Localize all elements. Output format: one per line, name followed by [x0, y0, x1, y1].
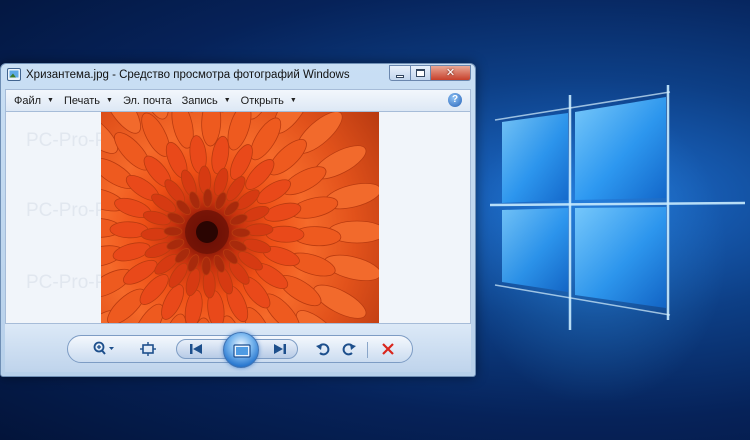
menu-email-label: Эл. почта	[122, 94, 172, 107]
next-icon	[274, 344, 286, 354]
rotate-counterclockwise-button[interactable]	[313, 340, 333, 358]
controls-panel	[67, 332, 413, 368]
flower-petal	[231, 227, 251, 238]
delete-icon	[382, 343, 394, 355]
menu-print-label: Печать	[63, 94, 101, 107]
menu-file[interactable]: Файл ▼	[14, 95, 54, 107]
title-bar[interactable]: Хризантема.jpg - Средство просмотра фото…	[1, 64, 475, 86]
actual-size-button[interactable]	[138, 340, 158, 358]
minimize-icon	[396, 74, 404, 78]
photo-viewer-app-icon	[7, 68, 21, 81]
fit-window-icon	[140, 342, 156, 356]
control-bar	[5, 324, 471, 372]
previous-icon	[190, 344, 202, 354]
chevron-down-icon: ▼	[47, 97, 54, 104]
slideshow-icon	[233, 344, 251, 358]
rotate-clockwise-button[interactable]	[339, 340, 359, 358]
zoom-icon	[93, 341, 114, 355]
chrysanthemum-photo	[101, 112, 379, 323]
zoom-button[interactable]	[90, 340, 118, 358]
menu-burn[interactable]: Запись ▼	[182, 95, 231, 107]
close-button[interactable]: ✕	[431, 65, 471, 81]
menu-file-label: Файл	[14, 94, 42, 107]
maximize-icon	[416, 69, 425, 77]
rotate-ccw-icon	[316, 343, 330, 356]
menu-open[interactable]: Открыть ▼	[241, 95, 297, 107]
close-icon: ✕	[445, 66, 456, 79]
menu-burn-label: Запись	[181, 94, 218, 107]
menu-print[interactable]: Печать ▼	[64, 95, 113, 107]
minimize-button[interactable]	[389, 65, 411, 81]
chevron-down-icon: ▼	[223, 97, 231, 104]
help-icon[interactable]: ?	[448, 93, 462, 107]
flower-petal	[201, 256, 212, 276]
slideshow-button[interactable]	[223, 332, 259, 368]
maximize-button[interactable]	[411, 65, 431, 81]
chevron-down-icon: ▼	[289, 97, 297, 104]
menu-bar: Файл ▼ Печать ▼ Эл. почта Запись ▼ Откры…	[5, 89, 471, 111]
menu-email[interactable]: Эл. почта	[123, 95, 172, 107]
image-viewing-area: PC-Pro-Programs.RU PC-Pro-Programs.RU PC…	[5, 111, 471, 324]
flower-petal	[202, 188, 213, 208]
flower-petal	[163, 226, 183, 237]
next-button[interactable]	[268, 341, 292, 357]
window-title: Хризантема.jpg - Средство просмотра фото…	[26, 69, 350, 81]
chevron-down-icon: ▼	[106, 97, 113, 104]
caption-buttons: ✕	[389, 65, 471, 83]
rotate-cw-icon	[342, 343, 356, 356]
desktop-windows-logo	[470, 70, 750, 400]
photo-viewer-window: Хризантема.jpg - Средство просмотра фото…	[0, 63, 476, 377]
previous-button[interactable]	[184, 341, 208, 357]
delete-button[interactable]	[378, 340, 398, 358]
toolbar-divider	[367, 342, 368, 358]
menu-open-label: Открыть	[240, 94, 284, 107]
